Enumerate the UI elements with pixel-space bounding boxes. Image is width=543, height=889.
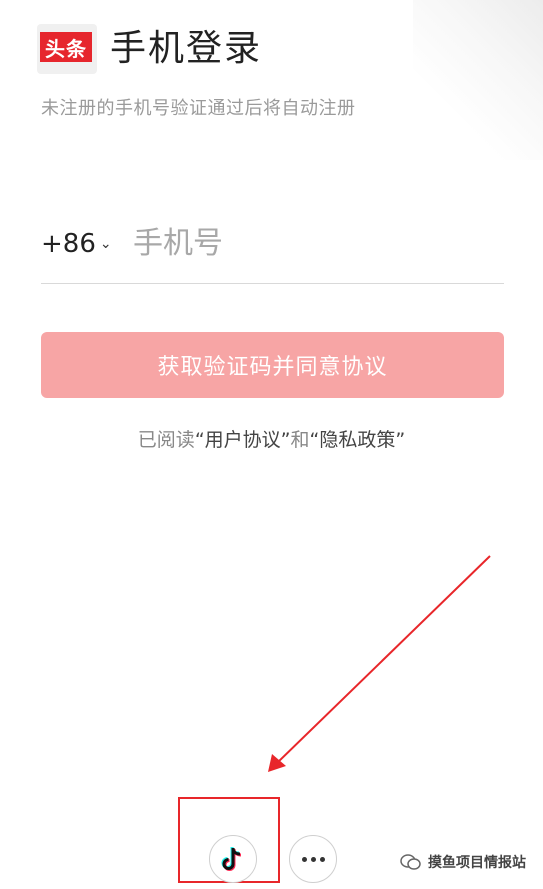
app-logo-mark: 头条 bbox=[40, 32, 92, 62]
user-agreement-link[interactable]: “用户协议” bbox=[195, 429, 291, 451]
app-logo: 头条 bbox=[37, 24, 97, 74]
watermark: 摸鱼项目情报站 bbox=[400, 852, 526, 872]
phone-number-input[interactable] bbox=[133, 220, 503, 266]
douyin-login-button[interactable] bbox=[209, 835, 257, 883]
douyin-icon bbox=[221, 846, 242, 871]
agreement-text: 已阅读“用户协议”和“隐私政策” bbox=[0, 426, 543, 454]
page-title: 手机登录 bbox=[110, 28, 263, 69]
agreement-prefix: 已阅读 bbox=[137, 429, 195, 451]
page-subtitle: 未注册的手机号验证通过后将自动注册 bbox=[41, 98, 356, 119]
background-decoration bbox=[413, 0, 543, 160]
country-code-label: +86 bbox=[41, 229, 96, 259]
get-verification-code-button[interactable]: 获取验证码并同意协议 bbox=[41, 332, 504, 398]
country-code-selector[interactable]: +86 ⌄ bbox=[41, 224, 112, 264]
wechat-official-account-icon bbox=[400, 854, 421, 870]
more-dots-icon bbox=[301, 856, 325, 862]
privacy-policy-link[interactable]: “隐私政策” bbox=[310, 429, 406, 451]
agreement-conjunction: 和 bbox=[290, 429, 310, 451]
chevron-down-icon: ⌄ bbox=[99, 236, 112, 252]
input-divider bbox=[41, 283, 504, 284]
watermark-text: 摸鱼项目情报站 bbox=[428, 855, 526, 871]
more-login-options-button[interactable] bbox=[289, 835, 337, 883]
